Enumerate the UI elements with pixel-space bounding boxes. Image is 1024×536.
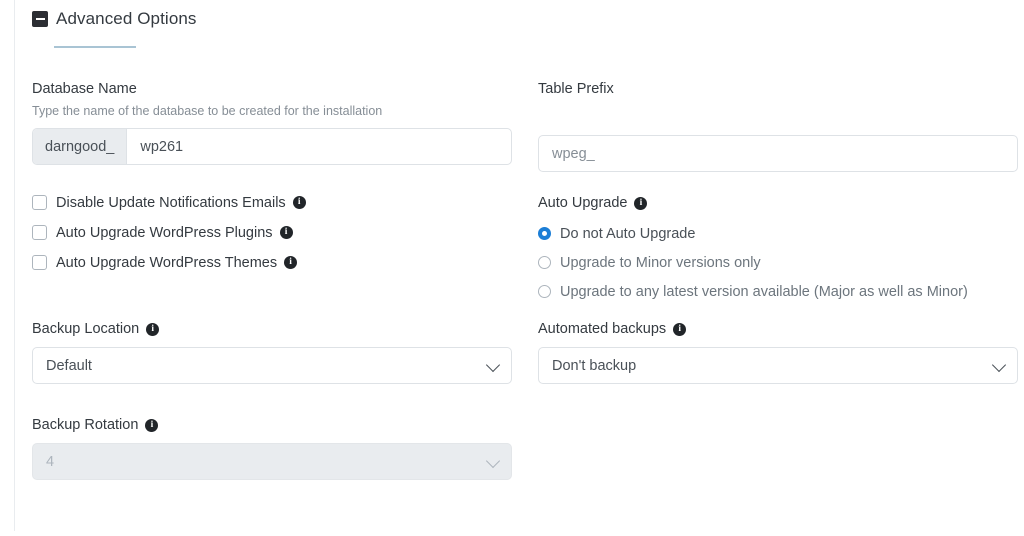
table-prefix-group: Table Prefix xyxy=(538,80,1018,172)
checkbox-auto-upgrade-themes[interactable] xyxy=(32,255,47,270)
radio-row-upgrade-any-latest[interactable]: Upgrade to any latest version available … xyxy=(538,281,968,302)
radio-label-upgrade-minor-only: Upgrade to Minor versions only xyxy=(560,254,761,271)
checkbox-row-disable-update-emails[interactable]: Disable Update Notifications Emails i xyxy=(32,192,306,213)
info-circle-icon[interactable]: i xyxy=(673,322,687,336)
auto-upgrade-group: Auto Upgrade i Do not Auto Upgrade Upgra… xyxy=(538,194,968,302)
radio-upgrade-any-latest[interactable] xyxy=(538,285,551,298)
backup-rotation-label: Backup Rotation i xyxy=(32,416,512,434)
page-title: Advanced Options xyxy=(56,9,197,28)
checkbox-row-auto-upgrade-themes[interactable]: Auto Upgrade WordPress Themes i xyxy=(32,252,306,273)
info-circle-icon[interactable]: i xyxy=(145,418,159,432)
radio-row-upgrade-minor-only[interactable]: Upgrade to Minor versions only xyxy=(538,252,968,273)
automated-backups-label: Automated backups i xyxy=(538,320,1018,338)
update-options-checkbox-group: Disable Update Notifications Emails i Au… xyxy=(32,192,306,273)
database-name-input[interactable] xyxy=(127,129,511,164)
info-circle-icon[interactable]: i xyxy=(284,256,298,269)
database-name-input-group[interactable]: darngood_ xyxy=(32,128,512,165)
info-circle-icon[interactable]: i xyxy=(279,226,293,239)
info-circle-icon[interactable]: i xyxy=(634,196,648,210)
automated-backups-group: Automated backups i Don't backup xyxy=(538,320,1018,384)
checkbox-label-auto-upgrade-themes: Auto Upgrade WordPress Themes xyxy=(56,254,278,271)
backup-location-label-text: Backup Location xyxy=(32,321,140,337)
automated-backups-select[interactable]: Don't backup xyxy=(538,347,1018,384)
radio-row-do-not-auto-upgrade[interactable]: Do not Auto Upgrade xyxy=(538,223,968,244)
database-name-group: Database Name Type the name of the datab… xyxy=(32,80,512,165)
table-prefix-input[interactable] xyxy=(538,135,1018,172)
advanced-options-header[interactable]: Advanced Options xyxy=(32,9,197,29)
backup-location-group: Backup Location i Default xyxy=(32,320,512,384)
radio-do-not-auto-upgrade[interactable] xyxy=(538,227,551,240)
info-circle-icon[interactable]: i xyxy=(292,196,306,209)
info-circle-icon[interactable]: i xyxy=(146,322,160,336)
automated-backups-label-text: Automated backups xyxy=(538,321,667,337)
database-name-label: Database Name xyxy=(32,81,137,97)
checkbox-row-auto-upgrade-plugins[interactable]: Auto Upgrade WordPress Plugins i xyxy=(32,222,306,243)
checkbox-label-disable-update-emails: Disable Update Notifications Emails xyxy=(56,194,286,211)
table-prefix-label: Table Prefix xyxy=(538,81,614,97)
minus-square-icon[interactable] xyxy=(32,11,48,27)
radio-upgrade-minor-only[interactable] xyxy=(538,256,551,269)
auto-upgrade-label: Auto Upgrade i xyxy=(538,194,968,212)
title-underline xyxy=(54,46,136,48)
checkbox-auto-upgrade-plugins[interactable] xyxy=(32,225,47,240)
radio-label-upgrade-any-latest: Upgrade to any latest version available … xyxy=(560,283,968,300)
radio-label-do-not-auto-upgrade: Do not Auto Upgrade xyxy=(560,225,696,242)
advanced-options-panel: Advanced Options Database Name Type the … xyxy=(0,0,1024,536)
automated-backups-select-wrap[interactable]: Don't backup xyxy=(538,347,1018,384)
backup-rotation-select-wrap: 4 xyxy=(32,443,512,480)
checkbox-disable-update-emails[interactable] xyxy=(32,195,47,210)
auto-upgrade-label-text: Auto Upgrade xyxy=(538,195,628,211)
backup-location-select-wrap[interactable]: Default xyxy=(32,347,512,384)
database-name-help: Type the name of the database to be crea… xyxy=(32,104,383,118)
backup-location-select[interactable]: Default xyxy=(32,347,512,384)
backup-rotation-select: 4 xyxy=(32,443,512,480)
backup-rotation-label-text: Backup Rotation xyxy=(32,417,139,433)
backup-location-label: Backup Location i xyxy=(32,320,512,338)
database-name-prefix-addon: darngood_ xyxy=(33,129,128,164)
checkbox-label-auto-upgrade-plugins: Auto Upgrade WordPress Plugins xyxy=(56,224,273,241)
panel-left-divider xyxy=(14,0,15,531)
backup-rotation-group: Backup Rotation i 4 xyxy=(32,416,512,480)
